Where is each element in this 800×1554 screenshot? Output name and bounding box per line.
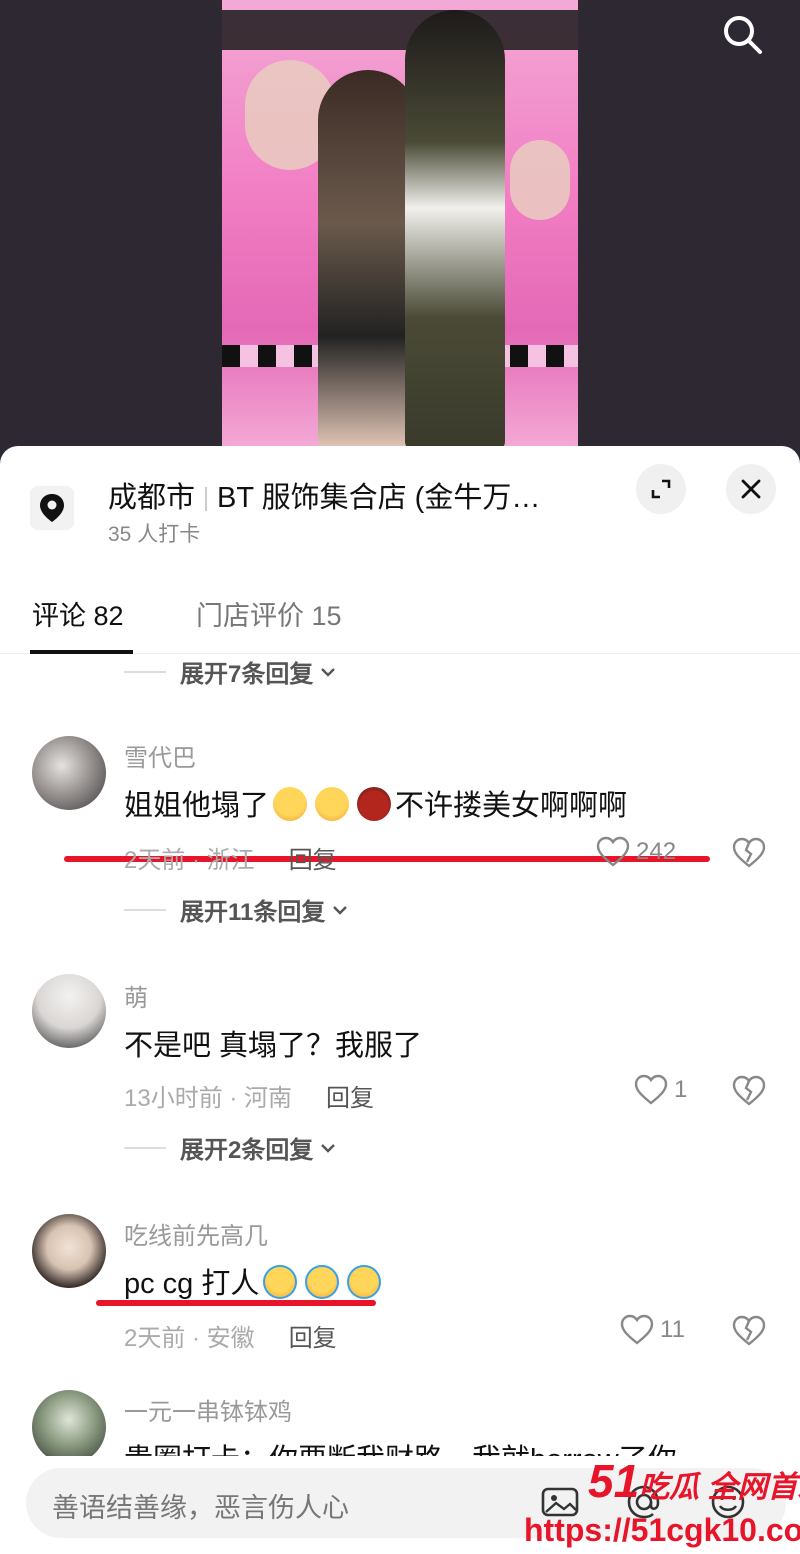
comment-input[interactable]: 善语结善缘，恶言伤人心 (26, 1468, 786, 1538)
comment-text: 不是吧 真塌了？我服了 (124, 1030, 423, 1062)
emoji-icon[interactable] (708, 1482, 748, 1522)
expand-divider (124, 670, 166, 673)
laughing-emoji-icon (305, 1265, 340, 1299)
highlight-underline (96, 1300, 376, 1306)
avatar[interactable] (32, 736, 106, 810)
like-button[interactable]: 11 (620, 1314, 685, 1346)
person-left (318, 70, 418, 450)
comment-time: 2天前 · 浙江 (124, 847, 255, 874)
location-pin-icon (40, 494, 64, 522)
close-icon (741, 479, 761, 499)
broken-heart-icon[interactable] (732, 836, 766, 870)
close-button[interactable] (726, 464, 776, 514)
like-count: 242 (636, 838, 677, 865)
comment-text-part: 不许搂美女啊啊啊 (395, 790, 628, 822)
comment-input-placeholder: 善语结善缘，恶言伤人心 (52, 1493, 349, 1523)
hug-emoji-icon (315, 787, 350, 821)
avatar[interactable] (32, 1214, 106, 1288)
ladybug-emoji-icon (357, 787, 392, 821)
comment-text-part: pc cg 打人 (124, 1268, 260, 1300)
expand-replies-button[interactable]: 展开7条回复 (124, 654, 337, 689)
reply-button[interactable]: 回复 (326, 1085, 374, 1112)
heart-icon (596, 836, 630, 867)
like-count: 11 (660, 1316, 685, 1343)
comment-time: 2天前 · 安徽 (124, 1325, 255, 1352)
location-title[interactable]: 成都市 BT 服饰集合店 (金牛万… (108, 474, 540, 516)
comment-input-bar: 善语结善缘，恶言伤人心 (0, 1456, 800, 1554)
chevron-down-icon (321, 1143, 336, 1153)
active-tab-indicator (30, 650, 133, 654)
banner-stripe (222, 10, 578, 50)
location-city: 成都市 (108, 482, 196, 514)
comment-meta: 2天前 · 安徽 回复 (124, 1318, 337, 1353)
image-icon[interactable] (540, 1482, 580, 1522)
title-divider (205, 487, 208, 512)
search-icon (724, 16, 762, 54)
avatar[interactable] (32, 1390, 106, 1464)
post-photo (0, 0, 800, 470)
expand-divider (124, 908, 166, 911)
expand-replies-button[interactable]: 展开11条回复 (124, 892, 349, 927)
comment-meta: 2天前 · 浙江 回复 (124, 840, 337, 875)
hug-emoji-icon (273, 787, 308, 821)
expand-replies-button[interactable]: 展开2条回复 (124, 1130, 337, 1165)
comment-username[interactable]: 一元一串钵钵鸡 (124, 1392, 292, 1427)
location-store: BT 服饰集合店 (金牛万… (217, 482, 541, 514)
expand-divider (124, 1146, 166, 1149)
broken-heart-icon[interactable] (732, 1314, 766, 1348)
search-button[interactable] (716, 8, 768, 60)
like-count: 1 (674, 1076, 688, 1103)
expand-replies-label: 展开7条回复 (180, 661, 314, 688)
comment-text-part: 姐姐他塌了 (124, 790, 270, 822)
laughing-emoji-icon (263, 1265, 298, 1299)
checkin-count: 35 人打卡 (108, 523, 201, 546)
location-comment-sheet: 成都市 BT 服饰集合店 (金牛万… 35 人打卡 评论 82 门店评价 15 展… (0, 446, 800, 1554)
comment-time: 13小时前 · 河南 (124, 1085, 293, 1112)
like-button[interactable]: 1 (634, 1074, 687, 1106)
at-icon[interactable] (624, 1482, 664, 1522)
comment-username[interactable]: 萌 (124, 978, 148, 1013)
chevron-down-icon (333, 905, 348, 915)
heart-icon (620, 1314, 654, 1345)
laughing-emoji-icon (347, 1265, 382, 1299)
tab-store-reviews[interactable]: 门店评价 15 (196, 594, 342, 633)
expand-replies-label: 展开11条回复 (180, 899, 326, 926)
comment-tabs: 评论 82 门店评价 15 (0, 586, 800, 654)
expand-button[interactable] (636, 464, 686, 514)
avatar[interactable] (32, 974, 106, 1048)
location-header: 成都市 BT 服饰集合店 (金牛万… 35 人打卡 (0, 446, 800, 556)
comment-meta: 13小时前 · 河南 回复 (124, 1078, 374, 1113)
expand-replies-label: 展开2条回复 (180, 1137, 314, 1164)
reply-button[interactable]: 回复 (289, 1325, 337, 1352)
person-right (405, 10, 505, 450)
comment-username[interactable]: 雪代巴 (124, 738, 196, 773)
tab-comments[interactable]: 评论 82 (32, 594, 124, 633)
location-pin-badge (30, 486, 74, 530)
chevron-down-icon (321, 667, 336, 677)
comment-username[interactable]: 吃线前先高几 (124, 1216, 268, 1251)
reply-button[interactable]: 回复 (289, 847, 337, 874)
comment-text: 姐姐他塌了 不许搂美女啊啊啊 (124, 782, 627, 824)
like-button[interactable]: 242 (596, 836, 676, 868)
heart-icon (634, 1074, 668, 1105)
broken-heart-icon[interactable] (732, 1074, 766, 1108)
comment-text: pc cg 打人 (124, 1260, 385, 1302)
expand-icon (651, 479, 671, 499)
poster-face-right (510, 140, 570, 220)
